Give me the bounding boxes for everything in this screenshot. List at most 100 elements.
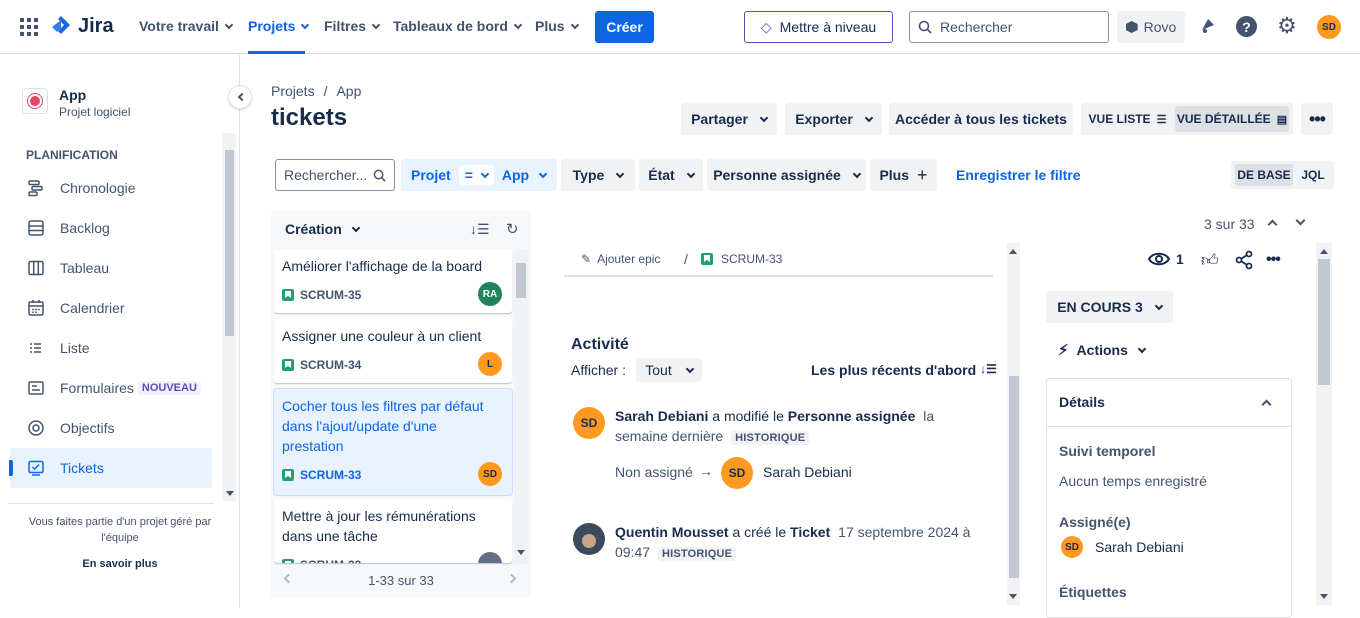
sidebar-item-tickets[interactable]: Tickets <box>10 448 212 488</box>
chevron-down-icon <box>852 169 862 178</box>
activity-sort-button[interactable]: Les plus récents d'abord ↓☰ <box>811 362 997 378</box>
side-scroll-down-icon[interactable] <box>1320 594 1328 599</box>
ticket-card[interactable]: Assigner une couleur à un client SCRUM-3… <box>274 319 512 383</box>
app-switcher-icon[interactable] <box>20 18 38 36</box>
user-avatar[interactable]: SD <box>1317 15 1341 39</box>
detail-view-button[interactable]: VUE DÉTAILLÉE ▤ <box>1175 106 1289 132</box>
actions-label: Actions <box>1076 342 1128 358</box>
jql-mode-button[interactable]: JQL <box>1296 164 1330 186</box>
all-tickets-button[interactable]: Accéder à tous les tickets <box>889 103 1073 135</box>
operator-select[interactable]: = <box>458 165 494 185</box>
detail-scrollbar-thumb[interactable] <box>1009 376 1019 578</box>
list-icon <box>26 338 46 358</box>
sort-order-icon[interactable]: ↓☰ <box>470 221 490 238</box>
ticket-title: Mettre à jour les rémunérations dans une… <box>282 508 476 544</box>
activity-title: Activité <box>571 336 629 353</box>
ticket-card-selected[interactable]: Cocher tous les filtres par défaut dans … <box>274 389 512 495</box>
nav-projets[interactable]: Projets <box>248 18 310 34</box>
chevron-down-icon <box>686 169 695 178</box>
list-scrollbar-thumb[interactable] <box>516 263 526 298</box>
project-name[interactable]: App <box>59 87 86 103</box>
assignee-name[interactable]: Sarah Debiani <box>1095 539 1184 555</box>
help-icon[interactable]: ? <box>1236 16 1257 37</box>
jira-logo-icon <box>52 16 70 34</box>
list-view-button[interactable]: VUE LISTE ☰ <box>1085 106 1170 132</box>
sidebar-collapse-button[interactable] <box>228 85 252 109</box>
assignee-avatar: L <box>478 352 502 376</box>
sidebar-item-liste[interactable]: Liste <box>10 328 212 368</box>
side-scrollbar-thumb[interactable] <box>1318 259 1330 385</box>
export-button[interactable]: Exporter <box>785 103 882 135</box>
actions-button[interactable]: ⚡︎ Actions <box>1058 341 1147 359</box>
chevron-left-icon <box>237 92 246 102</box>
issue-key-link[interactable]: SCRUM-33 <box>701 252 782 266</box>
create-button[interactable]: Créer <box>595 11 654 43</box>
assignee-filter-label: Personne assignée <box>713 167 841 183</box>
filter-search-placeholder: Rechercher... <box>284 167 368 183</box>
search-box[interactable]: Rechercher <box>909 11 1109 43</box>
vote-icon[interactable]: 👍︎ <box>1201 250 1219 271</box>
sort-selector[interactable]: Création <box>285 221 361 237</box>
new-badge: NOUVEAU <box>137 381 201 395</box>
watchers-count: 1 <box>1176 251 1184 267</box>
time-tracking-value[interactable]: Aucun temps enregistré <box>1059 473 1207 489</box>
notifications-icon[interactable] <box>1198 16 1218 36</box>
change-to: Sarah Debiani <box>763 464 852 480</box>
activity-author[interactable]: Sarah Debiani <box>615 408 708 424</box>
list-scroll-down-icon[interactable] <box>517 550 525 555</box>
activity-filter-select[interactable]: Tout <box>636 358 702 382</box>
rovo-button[interactable]: Rovo <box>1117 11 1185 43</box>
next-ticket-icon[interactable] <box>1295 215 1306 226</box>
basic-mode-button[interactable]: DE BASE <box>1235 164 1293 186</box>
status-button[interactable]: EN COURS 3 <box>1046 291 1173 323</box>
top-navigation: Jira Votre travail Projets Filtres Table… <box>0 0 1360 54</box>
share-icon[interactable] <box>1234 250 1254 273</box>
more-filters-button[interactable]: Plus + <box>870 159 937 191</box>
detail-scroll-down-icon[interactable] <box>1009 594 1017 599</box>
type-filter[interactable]: Type <box>561 159 635 191</box>
jira-logo[interactable]: Jira <box>50 14 114 38</box>
nav-plus[interactable]: Plus <box>535 18 579 34</box>
activity-author[interactable]: Quentin Mousset <box>615 524 729 540</box>
ticket-card[interactable]: Mettre à jour les rémunérations dans une… <box>274 499 512 563</box>
breadcrumb-projects[interactable]: Projets <box>271 83 315 99</box>
detail-scroll-up-icon[interactable] <box>1009 249 1017 254</box>
sidebar-item-formulaires[interactable]: Formulaires NOUVEAU <box>10 368 212 408</box>
more-icon[interactable]: ••• <box>1266 251 1281 269</box>
add-epic-button[interactable]: ✎ Ajouter epic <box>581 252 660 266</box>
more-actions-button[interactable]: ••• <box>1301 103 1333 135</box>
previous-ticket-icon[interactable] <box>1267 219 1278 230</box>
nav-votre-travail[interactable]: Votre travail <box>139 18 234 34</box>
watch-button[interactable]: 1 <box>1148 251 1184 267</box>
refresh-icon[interactable]: ↻ <box>506 220 519 238</box>
nav-filtres[interactable]: Filtres <box>324 18 381 34</box>
sidebar-item-backlog[interactable]: Backlog <box>10 208 212 248</box>
pencil-icon: ✎ <box>581 252 592 266</box>
upgrade-button[interactable]: ◇ Mettre à niveau <box>744 11 893 43</box>
sidebar-item-chronologie[interactable]: Chronologie <box>10 168 212 208</box>
chevron-down-icon <box>351 223 361 232</box>
settings-icon[interactable]: ⚙ <box>1276 15 1298 37</box>
detail-header-divider <box>564 275 993 277</box>
story-icon <box>282 359 294 371</box>
sidebar-item-label: Chronologie <box>60 180 136 196</box>
share-button[interactable]: Partager <box>681 103 777 135</box>
nav-tableaux-de-bord[interactable]: Tableaux de bord <box>393 18 523 34</box>
assignee-filter[interactable]: Personne assignée <box>707 159 866 191</box>
project-filter[interactable]: Projet = App <box>401 159 557 191</box>
sidebar-item-tableau[interactable]: Tableau <box>10 248 212 288</box>
active-item-marker <box>9 460 13 476</box>
ticket-card[interactable]: Améliorer l'affichage de la board SCRUM-… <box>274 249 512 313</box>
sidebar-scroll-down-icon[interactable] <box>226 491 234 496</box>
project-avatar-icon[interactable] <box>22 88 48 114</box>
learn-more-link[interactable]: En savoir plus <box>14 558 226 570</box>
sidebar-item-objectifs[interactable]: Objectifs <box>10 408 212 448</box>
state-filter[interactable]: État <box>639 159 703 191</box>
filter-search-input[interactable]: Rechercher... <box>275 159 395 191</box>
save-filter-link[interactable]: Enregistrer le filtre <box>956 167 1081 183</box>
side-scroll-up-icon[interactable] <box>1320 249 1328 254</box>
sidebar-item-calendrier[interactable]: Calendrier <box>10 288 212 328</box>
breadcrumb-app[interactable]: App <box>336 83 361 99</box>
sidebar-scrollbar-thumb[interactable] <box>225 150 234 336</box>
labels-label: Étiquettes <box>1059 584 1127 600</box>
